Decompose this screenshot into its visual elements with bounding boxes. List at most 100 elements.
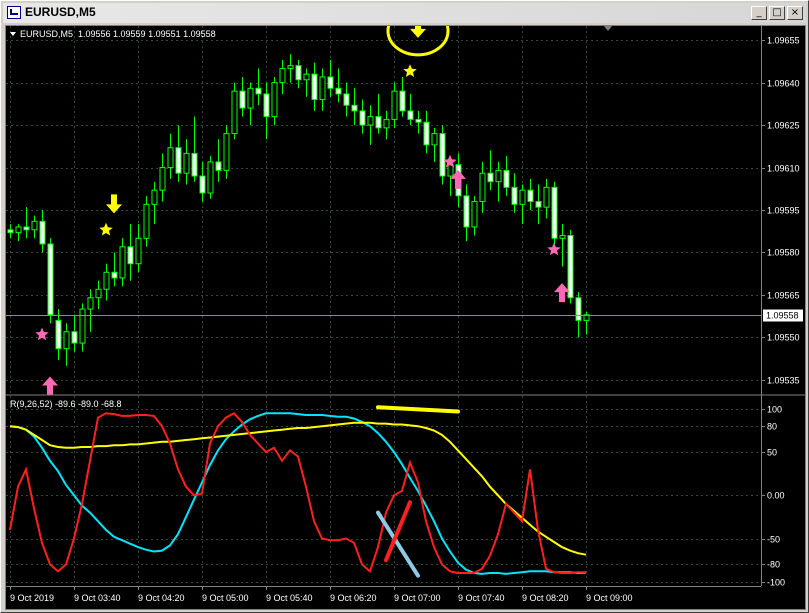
- candle-bear: [511, 186, 518, 205]
- candle-bear: [399, 90, 406, 112]
- star-marker-icon: [99, 222, 113, 236]
- chart-window: EURUSD,M5 _ □ × 1.09558 1.09655 1.09640 1.…: [0, 0, 809, 613]
- candle-bull: [279, 67, 286, 84]
- candle-bear: [215, 161, 222, 171]
- current-price-line: 1.09558: [6, 309, 803, 322]
- indicator-line-cyan: [9, 412, 587, 575]
- candle-bull: [151, 189, 158, 205]
- candle-bull: [183, 152, 190, 174]
- time-tick-label: 9 Oct 07:00: [394, 593, 441, 603]
- time-tick-label: 9 Oct 05:40: [266, 593, 313, 603]
- candle-bear: [351, 104, 358, 112]
- candle-bull: [119, 246, 126, 279]
- candle-bear: [39, 220, 46, 245]
- indicator-tick-label: -100: [767, 578, 785, 588]
- title-bar[interactable]: EURUSD,M5 _ □ ×: [3, 3, 806, 23]
- star-marker-icon: [403, 64, 417, 77]
- arrow-up-icon: [42, 376, 58, 396]
- candle-bear: [239, 90, 246, 109]
- indicator-tick-label: -50: [767, 535, 780, 545]
- candle-bear: [111, 271, 118, 279]
- candle-bear: [407, 110, 414, 120]
- candle-bear: [335, 87, 342, 95]
- candle-bull: [207, 161, 214, 194]
- price-tick-label: 1.09550: [767, 333, 800, 343]
- candle-bear: [535, 201, 542, 208]
- price-tick-label: 1.09535: [767, 376, 800, 386]
- close-button[interactable]: ×: [787, 6, 803, 20]
- candle-bear: [255, 87, 262, 95]
- candle-bull: [103, 271, 110, 290]
- candle-bear: [71, 331, 78, 344]
- indicator-tick-label: 0.00: [767, 491, 785, 501]
- candle-bull: [159, 167, 166, 191]
- candle-bear: [415, 118, 422, 123]
- trend-line-light-blue: [376, 510, 420, 578]
- indicator-tick-label: 50: [767, 448, 777, 458]
- price-tick-label: 1.09655: [767, 36, 800, 46]
- indicator-label: R(9,26,52) -89.6 -89.0 -68.8: [10, 399, 122, 409]
- candle-bear: [47, 243, 54, 316]
- candle-bull: [447, 164, 454, 177]
- indicator-line-red: [9, 412, 586, 574]
- indicator-axis: 100 80 50 0.00 -50 -80 -100: [761, 405, 785, 588]
- candle-bear: [311, 73, 318, 101]
- candle-bull: [479, 172, 486, 203]
- indicator-lines: [9, 412, 587, 575]
- arrow-down-icon: [410, 26, 426, 38]
- chart-ohlc-label: 1.09556 1.09559 1.09551 1.09558: [78, 29, 216, 39]
- candle-bull: [79, 308, 86, 344]
- chart-menu-triangle-icon[interactable]: [10, 32, 16, 36]
- arrow-down-icon: [106, 194, 122, 214]
- candle-bull: [303, 73, 310, 81]
- price-tick-label: 1.09565: [767, 291, 800, 301]
- candle-bull: [135, 237, 142, 265]
- time-tick-label: 9 Oct 03:40: [74, 593, 121, 603]
- candle-bear: [527, 189, 534, 203]
- candle-bear: [343, 93, 350, 106]
- price-axis: 1.09655 1.09640 1.09625 1.09610 1.09595 1.095…: [761, 36, 800, 386]
- maximize-button[interactable]: □: [769, 6, 785, 20]
- candle-bear: [191, 152, 198, 177]
- candle-bull: [319, 76, 326, 101]
- indicator-tick-label: -80: [767, 560, 780, 570]
- time-tick-label: 9 Oct 2019: [10, 593, 54, 603]
- price-tick-label: 1.09640: [767, 79, 800, 89]
- candle-bull: [383, 118, 390, 129]
- candle-bear: [463, 195, 470, 228]
- time-axis: 9 Oct 2019 9 Oct 03:40 9 Oct 04:20 9 Oct 05…: [10, 586, 633, 603]
- candle-bear: [423, 121, 430, 146]
- candle-bear: [567, 234, 574, 299]
- time-tick-label: 9 Oct 07:40: [458, 593, 505, 603]
- time-tick-label: 9 Oct 08:20: [522, 593, 569, 603]
- candle-bull: [559, 234, 566, 239]
- chart-shift-marker-icon[interactable]: [604, 26, 612, 31]
- candle-bear: [127, 246, 134, 265]
- candle-bear: [199, 175, 206, 194]
- candle-bull: [391, 90, 398, 120]
- candle-bear: [503, 169, 510, 188]
- candle-bull: [519, 189, 526, 205]
- price-tick-label: 1.09625: [767, 121, 800, 131]
- candle-bull: [367, 116, 374, 126]
- time-tick-label: 9 Oct 04:20: [138, 593, 185, 603]
- candle-bull: [471, 201, 478, 228]
- candle-bear: [359, 110, 366, 126]
- candle-bull: [95, 288, 102, 299]
- candle-bear: [175, 147, 182, 174]
- chart-area[interactable]: 1.09558 1.09655 1.09640 1.09625 1.09610 1.09…: [5, 25, 806, 610]
- candle-bull: [431, 133, 438, 146]
- price-tick-label: 1.09580: [767, 248, 800, 258]
- star-marker-icon: [547, 242, 561, 256]
- chart-canvas[interactable]: 1.09558 1.096551.096401.096251.096101.09…: [6, 26, 805, 609]
- time-tick-label: 9 Oct 05:00: [202, 593, 249, 603]
- minimize-button[interactable]: _: [751, 6, 767, 20]
- candle-bull: [287, 65, 294, 69]
- candle-bull: [495, 169, 502, 183]
- chart-symbol-label: EURUSD,M5: [20, 29, 73, 39]
- indicator-line-yellow: [9, 421, 587, 556]
- candle-bear: [487, 172, 494, 183]
- indicator-tick-label: 100: [767, 405, 782, 415]
- chart-window-icon: [7, 6, 21, 19]
- candle-bull: [167, 147, 174, 169]
